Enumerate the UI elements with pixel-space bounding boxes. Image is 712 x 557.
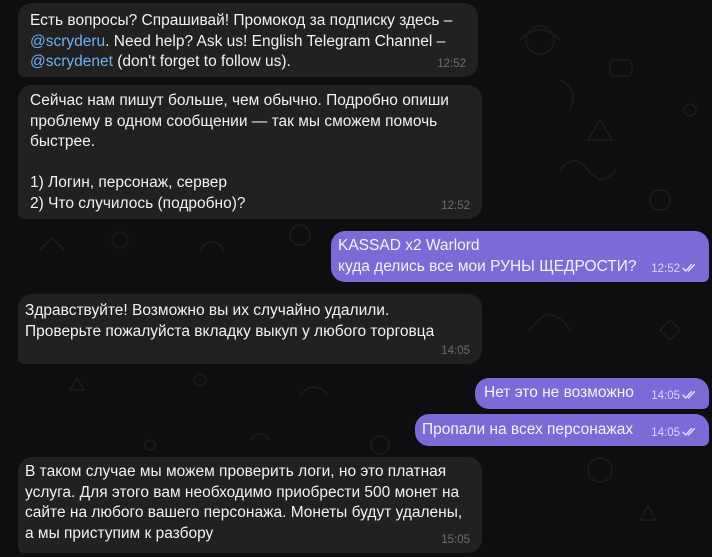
incoming-message-bubble[interactable]: Здравствуйте! Возможно вы их случайно уд… bbox=[18, 294, 482, 364]
message-time: 12:52 bbox=[437, 58, 466, 70]
message-text-segment: Есть вопросы? Спрашивай! Промокод за под… bbox=[30, 12, 457, 29]
message-time: 14:05 bbox=[441, 345, 470, 357]
double-check-icon bbox=[682, 390, 696, 399]
message-text: Здравствуйте! Возможно вы их случайно уд… bbox=[25, 302, 435, 340]
channel-link-ru[interactable]: @scryderu bbox=[30, 33, 105, 50]
message-meta: 12:52 bbox=[651, 263, 698, 276]
chat-history[interactable]: Есть вопросы? Спрашивай! Промокод за под… bbox=[0, 0, 712, 557]
message-text: Сейчас нам пишут больше, чем обычно. Под… bbox=[30, 92, 449, 212]
message-meta: 14:05 bbox=[651, 390, 698, 403]
channel-link-en[interactable]: @scrydenet bbox=[30, 53, 113, 70]
outgoing-message-bubble[interactable]: Нет это не возможно 14:05 bbox=[475, 378, 709, 409]
double-check-icon bbox=[682, 263, 696, 272]
outgoing-message-bubble[interactable]: KASSAD x2 Warlord куда делись все мои РУ… bbox=[331, 231, 709, 282]
message-time: 14:05 bbox=[651, 390, 680, 402]
message-text: В таком случае мы можем проверить логи, … bbox=[25, 463, 467, 542]
message-time: 12:52 bbox=[441, 200, 470, 212]
outgoing-message-bubble[interactable]: Пропали на всех персонажах 14:05 bbox=[415, 414, 709, 446]
message-time: 14:05 bbox=[651, 427, 680, 439]
message-text: Есть вопросы? Спрашивай! Промокод за под… bbox=[30, 11, 464, 73]
double-check-icon bbox=[682, 427, 696, 436]
incoming-message-bubble[interactable]: В таком случае мы можем проверить логи, … bbox=[18, 457, 482, 553]
message-text: KASSAD x2 Warlord куда делись все мои РУ… bbox=[338, 237, 637, 275]
incoming-message-bubble[interactable]: Сейчас нам пишут больше, чем обычно. Под… bbox=[18, 85, 482, 219]
message-time: 12:52 bbox=[651, 263, 680, 275]
message-meta: 14:05 bbox=[651, 427, 698, 440]
message-text-segment: (don't forget to follow us). bbox=[112, 53, 291, 70]
message-time: 15:05 bbox=[441, 534, 470, 546]
incoming-message-bubble[interactable]: Есть вопросы? Спрашивай! Промокод за под… bbox=[18, 3, 478, 77]
message-text-segment: . Need help? Ask us! English Telegram Ch… bbox=[105, 32, 450, 50]
